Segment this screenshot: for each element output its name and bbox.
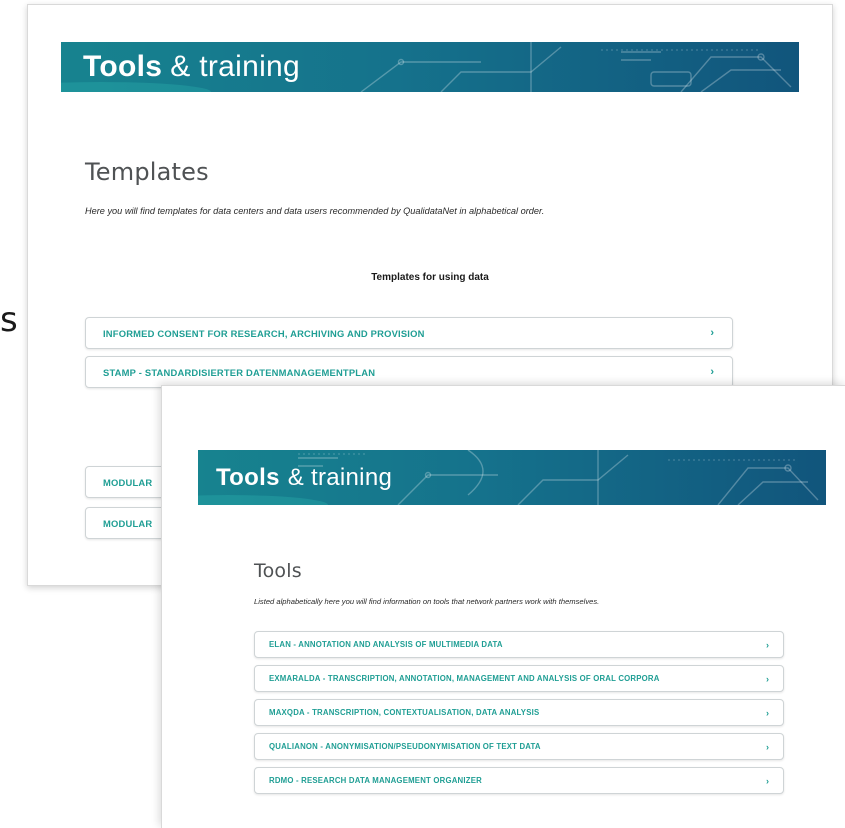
- banner-title-rest: & training: [287, 463, 393, 491]
- chevron-right-icon: ›: [766, 707, 769, 718]
- accordion-item-label: RDMO - RESEARCH DATA MANAGEMENT ORGANIZE…: [269, 776, 482, 785]
- chevron-right-icon: ›: [766, 639, 769, 650]
- accordion-item-qualianon[interactable]: QUALIANON - ANONYMISATION/PSEUDONYMISATI…: [254, 733, 784, 760]
- accordion-item-rdmo[interactable]: RDMO - RESEARCH DATA MANAGEMENT ORGANIZE…: [254, 767, 784, 794]
- chevron-right-icon: ›: [710, 327, 714, 339]
- chevron-right-icon: ›: [766, 775, 769, 786]
- accordion-item-label: EXMARALDA - TRANSCRIPTION, ANNOTATION, M…: [269, 674, 660, 683]
- tools-training-banner: Tools & training: [61, 42, 799, 92]
- banner-title-strong: Tools: [83, 50, 163, 83]
- chevron-right-icon: ›: [766, 741, 769, 752]
- tools-page: Tools & training Tools Listed alphabetic…: [161, 385, 845, 828]
- accordion-item-maxqda[interactable]: MAXQDA - TRANSCRIPTION, CONTEXTUALISATIO…: [254, 699, 784, 726]
- accordion-item-label: MODULAR: [103, 517, 153, 529]
- page-intro: Here you will find templates for data ce…: [85, 206, 545, 216]
- accordion-item-label: QUALIANON - ANONYMISATION/PSEUDONYMISATI…: [269, 742, 541, 751]
- page-intro: Listed alphabetically here you will find…: [254, 597, 600, 606]
- page-title: Tools: [254, 560, 302, 582]
- banner-title-rest: & training: [170, 50, 301, 83]
- accordion-item-informed-consent[interactable]: INFORMED CONSENT FOR RESEARCH, ARCHIVING…: [85, 317, 733, 349]
- tools-training-banner: Tools & training: [198, 450, 826, 505]
- section-heading: Templates for using data: [371, 272, 489, 283]
- accordion-item-label: ELAN - ANNOTATION AND ANALYSIS OF MULTIM…: [269, 640, 503, 649]
- cropped-edge-text: s: [0, 300, 18, 340]
- accordion-item-label: MAXQDA - TRANSCRIPTION, CONTEXTUALISATIO…: [269, 708, 540, 717]
- accordion-item-label: INFORMED CONSENT FOR RESEARCH, ARCHIVING…: [103, 327, 425, 339]
- chevron-right-icon: ›: [710, 366, 714, 378]
- accordion-item-label: MODULAR: [103, 476, 153, 488]
- chevron-right-icon: ›: [766, 673, 769, 684]
- banner-title: Tools & training: [216, 450, 392, 505]
- accordion-item-stamp[interactable]: STAMP - STANDARDISIERTER DATENMANAGEMENT…: [85, 356, 733, 388]
- banner-title: Tools & training: [83, 42, 300, 92]
- accordion-item-label: STAMP - STANDARDISIERTER DATENMANAGEMENT…: [103, 366, 376, 378]
- accordion-item-elan[interactable]: ELAN - ANNOTATION AND ANALYSIS OF MULTIM…: [254, 631, 784, 658]
- accordion-item-exmaralda[interactable]: EXMARALDA - TRANSCRIPTION, ANNOTATION, M…: [254, 665, 784, 692]
- page-title: Templates: [85, 158, 209, 186]
- banner-title-strong: Tools: [216, 463, 280, 491]
